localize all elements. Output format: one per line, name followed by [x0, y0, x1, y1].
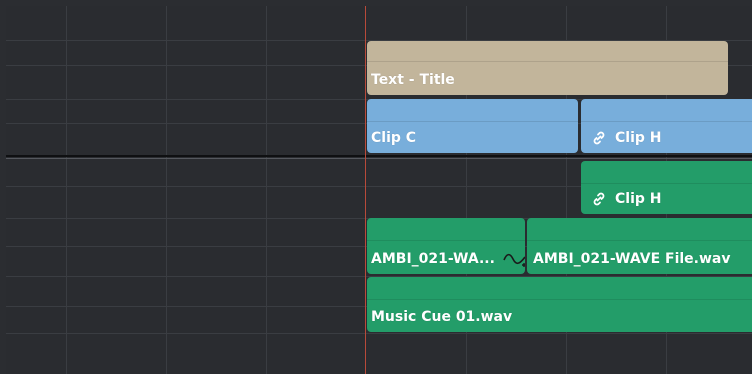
clip-label: Clip C [371, 130, 416, 146]
clip-label: AMBI_021-WA... [371, 251, 525, 267]
clip-label-text: Clip H [615, 191, 662, 207]
clip-label: Text - Title [371, 72, 455, 88]
timeline-canvas[interactable]: Text - Title Clip C Clip H Clip H AMBI_0… [6, 6, 752, 374]
audio-clip-music-cue-01[interactable]: Music Cue 01.wav [367, 277, 752, 332]
playhead[interactable] [365, 6, 366, 374]
clip-label: Music Cue 01.wav [371, 309, 512, 325]
grid-line [166, 6, 167, 374]
audio-clip-ambi-021-wave[interactable]: AMBI_021-WAVE File.wav [527, 218, 752, 274]
video-audio-divider [6, 155, 752, 157]
grid-line [266, 6, 267, 374]
lane-line [6, 333, 752, 334]
video-audio-divider-highlight [6, 158, 752, 159]
clip-label: Clip H [591, 191, 661, 207]
link-icon [591, 191, 607, 207]
clip-label-text: AMBI_021-WA... [371, 251, 495, 267]
clip-lane-line [581, 121, 752, 122]
video-clip-h-linked[interactable]: Clip H [581, 161, 752, 214]
clip-lane-line [581, 183, 752, 184]
clip-label: Clip H [591, 130, 661, 146]
clip-label-text: Clip C [371, 130, 417, 146]
clip-lane-line [367, 121, 578, 122]
grid-line [66, 6, 67, 374]
clip-label-text: Text - Title [371, 72, 455, 88]
clip-lane-line [367, 240, 525, 241]
clip-lane-line [367, 299, 752, 300]
audio-clip-ambi-021-short[interactable]: AMBI_021-WA... [367, 218, 525, 274]
clip-label-text: Music Cue 01.wav [371, 309, 513, 325]
link-icon [591, 130, 607, 146]
clip-label-text: AMBI_021-WAVE File.wav [533, 251, 731, 267]
title-clip-text-title[interactable]: Text - Title [367, 41, 728, 95]
crossfade-icon[interactable] [503, 251, 525, 267]
video-clip-c[interactable]: Clip C [367, 99, 578, 153]
clip-lane-line [367, 61, 728, 62]
clip-label: AMBI_021-WAVE File.wav [533, 251, 731, 267]
clip-label-text: Clip H [615, 130, 662, 146]
video-clip-h[interactable]: Clip H [581, 99, 752, 153]
clip-lane-line [527, 240, 752, 241]
